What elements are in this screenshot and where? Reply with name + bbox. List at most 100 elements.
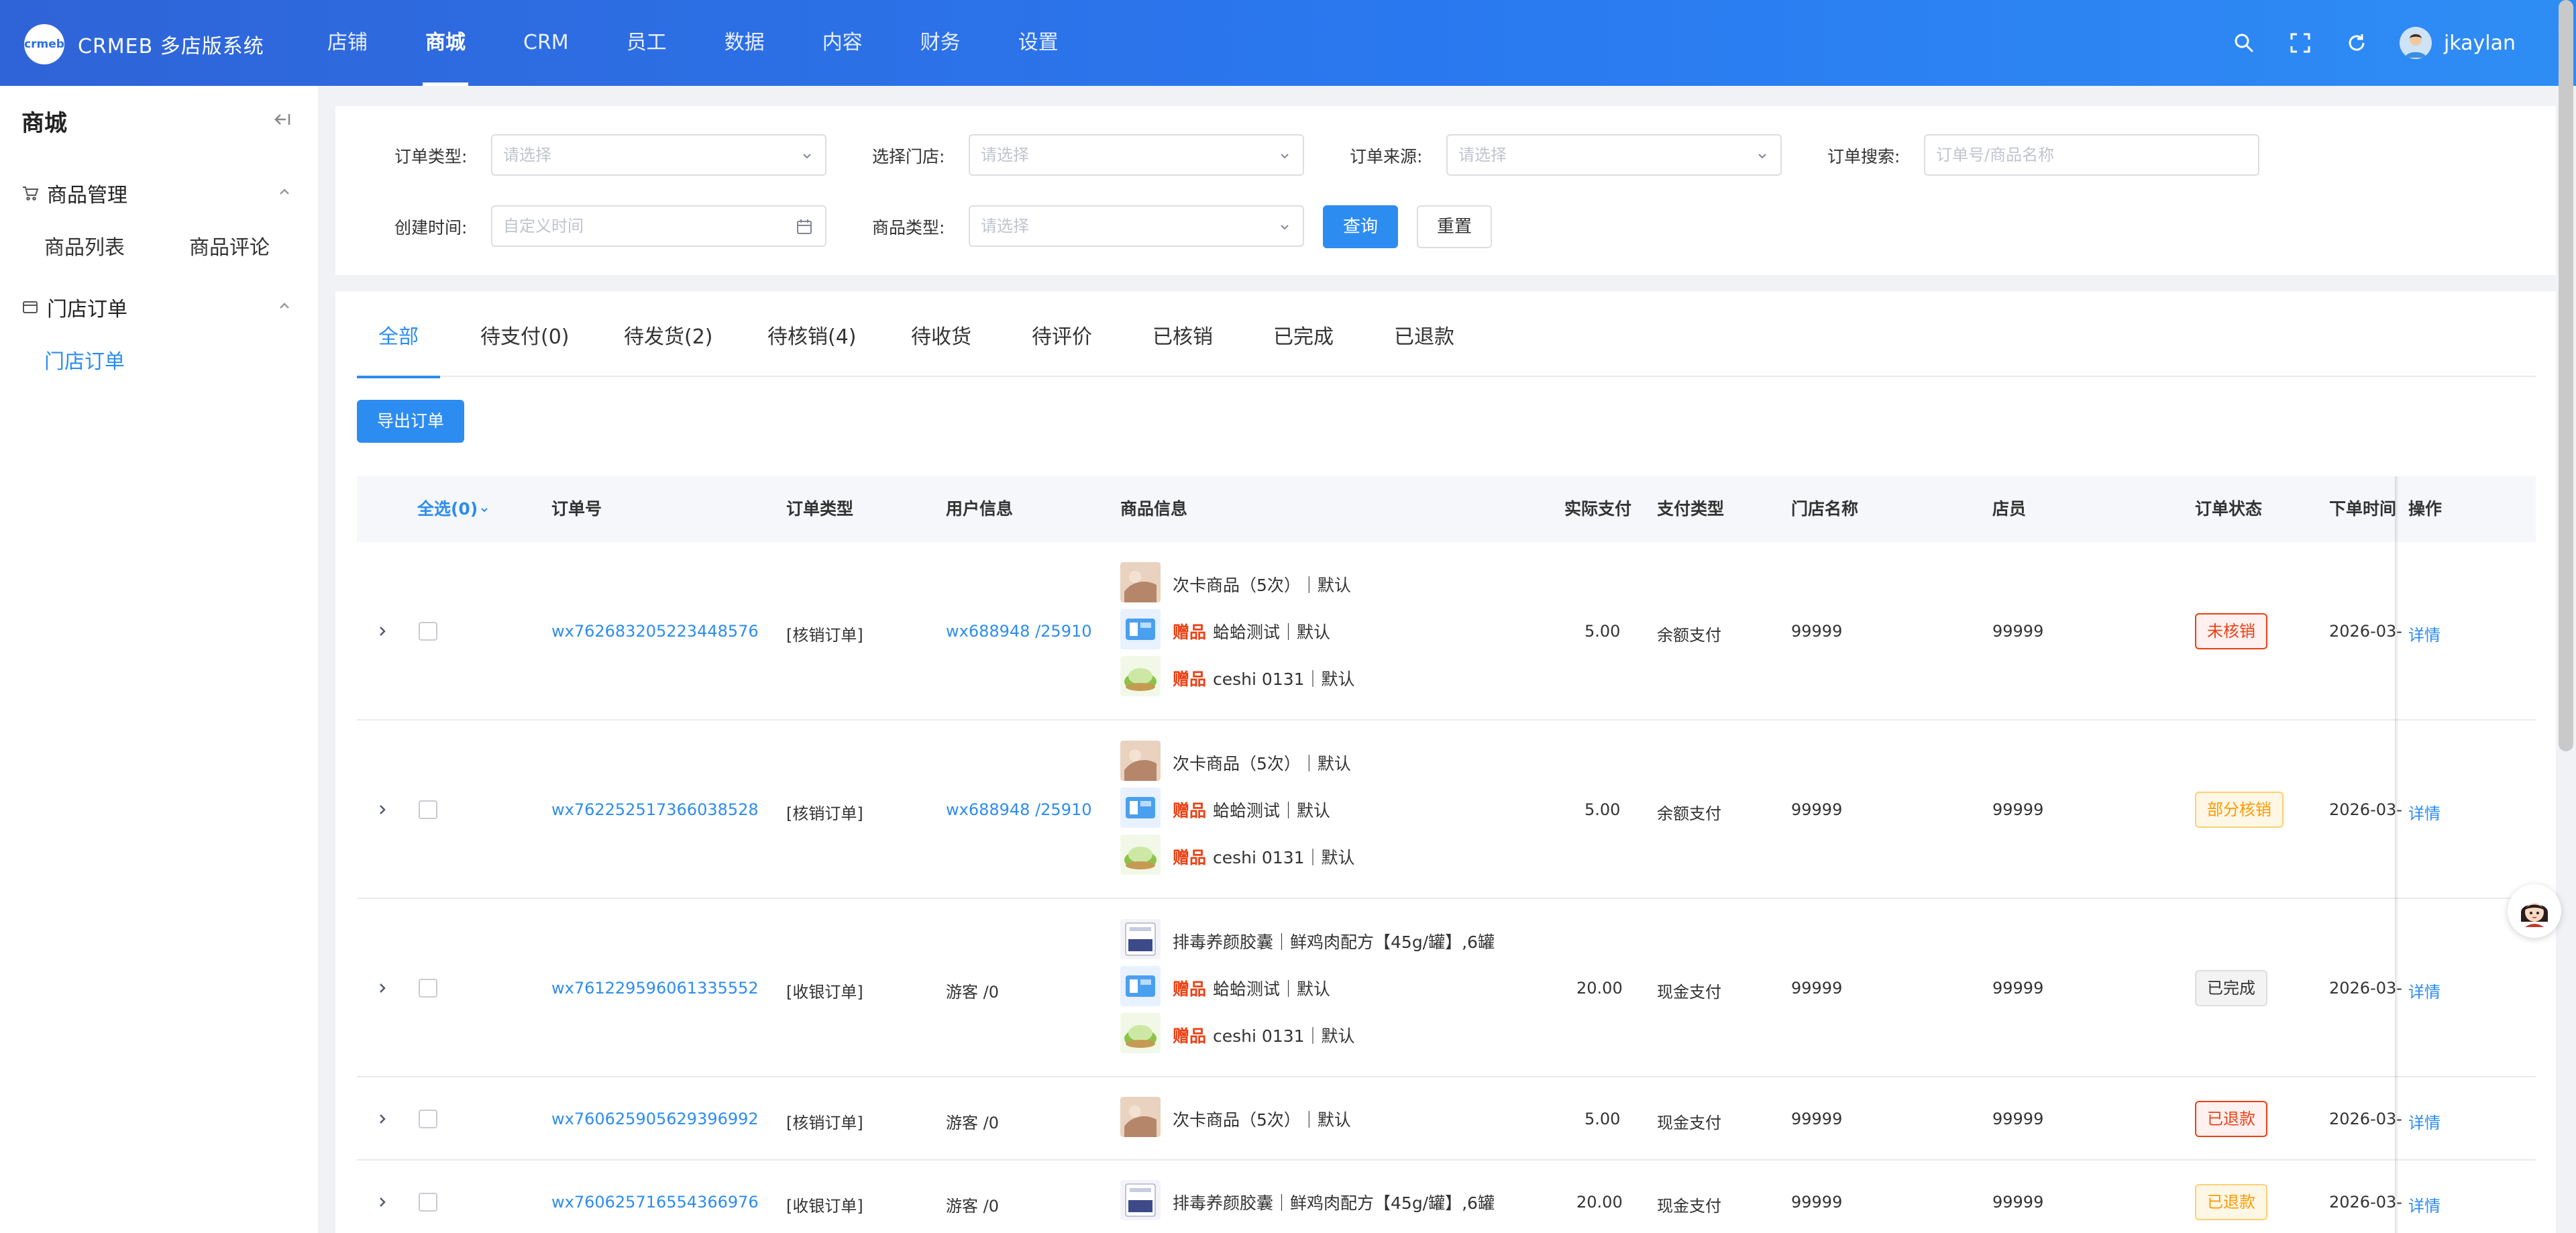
row-checkbox[interactable] bbox=[419, 800, 437, 819]
order-detail-link[interactable]: 详情 bbox=[2408, 800, 2440, 824]
collapse-sidebar-icon[interactable] bbox=[271, 109, 292, 130]
gift-tag: 赠品 bbox=[1173, 848, 1207, 867]
order-time: 2026-03- bbox=[2329, 1110, 2402, 1128]
chevron-up-icon[interactable] bbox=[276, 298, 292, 314]
clerk-name: 99999 bbox=[1992, 622, 2044, 641]
fullscreen-icon[interactable] bbox=[2287, 30, 2314, 56]
paid-amount: 5.00 bbox=[1585, 1110, 1621, 1128]
tab-completed[interactable]: 已完成 bbox=[1273, 291, 1334, 377]
expand-row-icon[interactable] bbox=[376, 1112, 389, 1126]
tab-pending-payment[interactable]: 待支付(0) bbox=[480, 291, 570, 377]
order-detail-link[interactable]: 详情 bbox=[2408, 1193, 2440, 1216]
col-goods-info: 商品信息 bbox=[1120, 499, 1188, 519]
customer-service-avatar[interactable] bbox=[2508, 884, 2561, 938]
crmeb-logo[interactable]: crmeb bbox=[24, 24, 64, 64]
goods-thumbnail bbox=[1120, 966, 1173, 1010]
user-name[interactable]: jkaylan bbox=[2444, 32, 2516, 55]
user-info[interactable]: wx688948 /25910 bbox=[946, 622, 1092, 641]
select-all-dropdown[interactable]: 全选(0) bbox=[417, 476, 490, 542]
nav-mall[interactable]: 商城 bbox=[423, 0, 468, 86]
order-type-placeholder: 请选择 bbox=[503, 146, 551, 164]
nav-shop[interactable]: 店铺 bbox=[327, 0, 368, 86]
page-scrollbar[interactable] bbox=[2559, 0, 2573, 751]
order-type-select[interactable]: 请选择 bbox=[491, 134, 826, 176]
order-number-link[interactable]: wx760625716554366976 bbox=[551, 1193, 759, 1212]
order-number-link[interactable]: wx762683205223448576 bbox=[551, 622, 759, 641]
date-range-picker[interactable]: 自定义时间 bbox=[491, 205, 826, 247]
nav-finance[interactable]: 财务 bbox=[920, 0, 961, 86]
tab-pending-receipt[interactable]: 待收货 bbox=[911, 291, 971, 377]
order-search-input[interactable]: 订单号/商品名称 bbox=[1924, 134, 2259, 176]
search-icon[interactable] bbox=[2231, 30, 2257, 56]
order-number-link[interactable]: wx760625905629396992 bbox=[551, 1110, 759, 1128]
order-detail-link[interactable]: 详情 bbox=[2408, 1110, 2440, 1133]
chevron-up-icon[interactable] bbox=[276, 184, 292, 200]
source-select[interactable]: 请选择 bbox=[1446, 134, 1782, 176]
order-type: [核销订单] bbox=[786, 804, 863, 823]
search-label: 订单搜索: bbox=[1827, 147, 1900, 166]
order-number-link[interactable]: wx761229596061335552 bbox=[551, 979, 759, 998]
goods-thumbnail bbox=[1120, 1013, 1173, 1057]
row-checkbox[interactable] bbox=[419, 622, 437, 641]
nav-content[interactable]: 内容 bbox=[822, 0, 863, 86]
export-orders-button[interactable]: 导出订单 bbox=[357, 400, 464, 443]
refresh-icon[interactable] bbox=[2343, 30, 2370, 56]
header-actions: jkaylan bbox=[2201, 0, 2516, 86]
reset-button[interactable]: 重置 bbox=[1417, 205, 1492, 248]
col-order-no: 订单号 bbox=[551, 499, 602, 519]
sidebar-group-store-orders[interactable]: 门店订单 bbox=[21, 292, 127, 322]
goods-name: 蛤蛤测试｜默认 bbox=[1213, 979, 1331, 999]
table-row: wx760625716554366976 [收银订单] 游客 /0 排毒养颜胶囊｜鲜鸡… bbox=[357, 1161, 2536, 1233]
sidebar-item-store-orders[interactable]: 门店订单 bbox=[44, 345, 125, 374]
order-number-link[interactable]: wx762252517366038528 bbox=[551, 800, 759, 819]
store-select[interactable]: 请选择 bbox=[969, 134, 1304, 176]
paid-amount: 5.00 bbox=[1585, 622, 1621, 641]
expand-row-icon[interactable] bbox=[376, 981, 389, 995]
order-type: [核销订单] bbox=[786, 626, 863, 645]
goods-item: 次卡商品（5次）｜默认 bbox=[1120, 741, 1351, 784]
row-checkbox[interactable] bbox=[419, 979, 437, 998]
query-button[interactable]: 查询 bbox=[1323, 205, 1398, 248]
order-detail-link[interactable]: 详情 bbox=[2408, 979, 2440, 1002]
expand-row-icon[interactable] bbox=[376, 803, 389, 816]
order-status-tabs: 全部 待支付(0) 待发货(2) 待核销(4) 待收货 待评价 已核销 已完成 … bbox=[357, 291, 2536, 378]
store-placeholder: 请选择 bbox=[981, 146, 1029, 164]
goods-thumbnail bbox=[1120, 741, 1173, 785]
goods-thumbnail bbox=[1120, 788, 1173, 832]
user-avatar[interactable] bbox=[2399, 27, 2432, 59]
goods-name: 次卡商品（5次）｜默认 bbox=[1173, 576, 1351, 595]
status-badge: 已退款 bbox=[2195, 1184, 2267, 1220]
order-detail-link[interactable]: 详情 bbox=[2408, 622, 2440, 645]
sidebar-item-goods-list[interactable]: 商品列表 bbox=[44, 231, 125, 260]
tab-pending-review[interactable]: 待评价 bbox=[1032, 291, 1092, 377]
goods-thumbnail bbox=[1120, 1180, 1173, 1224]
tab-pending-shipment[interactable]: 待发货(2) bbox=[624, 291, 713, 377]
nav-staff[interactable]: 员工 bbox=[627, 0, 667, 86]
user-info: 游客 /0 bbox=[946, 983, 999, 1002]
chevron-down-icon bbox=[803, 154, 811, 159]
goods-item: 赠品 ceshi 0131｜默认 bbox=[1120, 656, 1355, 700]
tab-verified[interactable]: 已核销 bbox=[1152, 291, 1213, 377]
sidebar-item-goods-review[interactable]: 商品评论 bbox=[189, 231, 270, 260]
nav-crm[interactable]: CRM bbox=[523, 0, 569, 86]
expand-row-icon[interactable] bbox=[376, 625, 389, 638]
filter-panel: 订单类型: 请选择 选择门店: 请选择 订单来源: 请选择 订单搜索: 订单号/… bbox=[335, 106, 2556, 275]
tab-all[interactable]: 全部 bbox=[357, 291, 440, 378]
sidebar: 商城 商品管理 商品列表 商品评论 门店订单 门店订单 bbox=[0, 86, 318, 1233]
order-type-label: 订单类型: bbox=[394, 147, 468, 166]
row-checkbox[interactable] bbox=[419, 1110, 437, 1128]
col-clerk: 店员 bbox=[1992, 499, 2027, 519]
sidebar-group-goods[interactable]: 商品管理 bbox=[21, 178, 127, 208]
source-placeholder: 请选择 bbox=[1458, 146, 1507, 164]
clerk-name: 99999 bbox=[1992, 979, 2044, 998]
order-type: [收银订单] bbox=[786, 1197, 863, 1216]
tab-pending-verification[interactable]: 待核销(4) bbox=[767, 291, 857, 377]
goods-type-select[interactable]: 请选择 bbox=[969, 205, 1304, 247]
user-info[interactable]: wx688948 /25910 bbox=[946, 800, 1092, 819]
clerk-name: 99999 bbox=[1992, 1193, 2044, 1212]
tab-refunded[interactable]: 已退款 bbox=[1394, 291, 1454, 377]
nav-settings[interactable]: 设置 bbox=[1018, 0, 1059, 86]
expand-row-icon[interactable] bbox=[376, 1195, 389, 1209]
row-checkbox[interactable] bbox=[419, 1193, 437, 1212]
nav-data[interactable]: 数据 bbox=[724, 0, 765, 86]
